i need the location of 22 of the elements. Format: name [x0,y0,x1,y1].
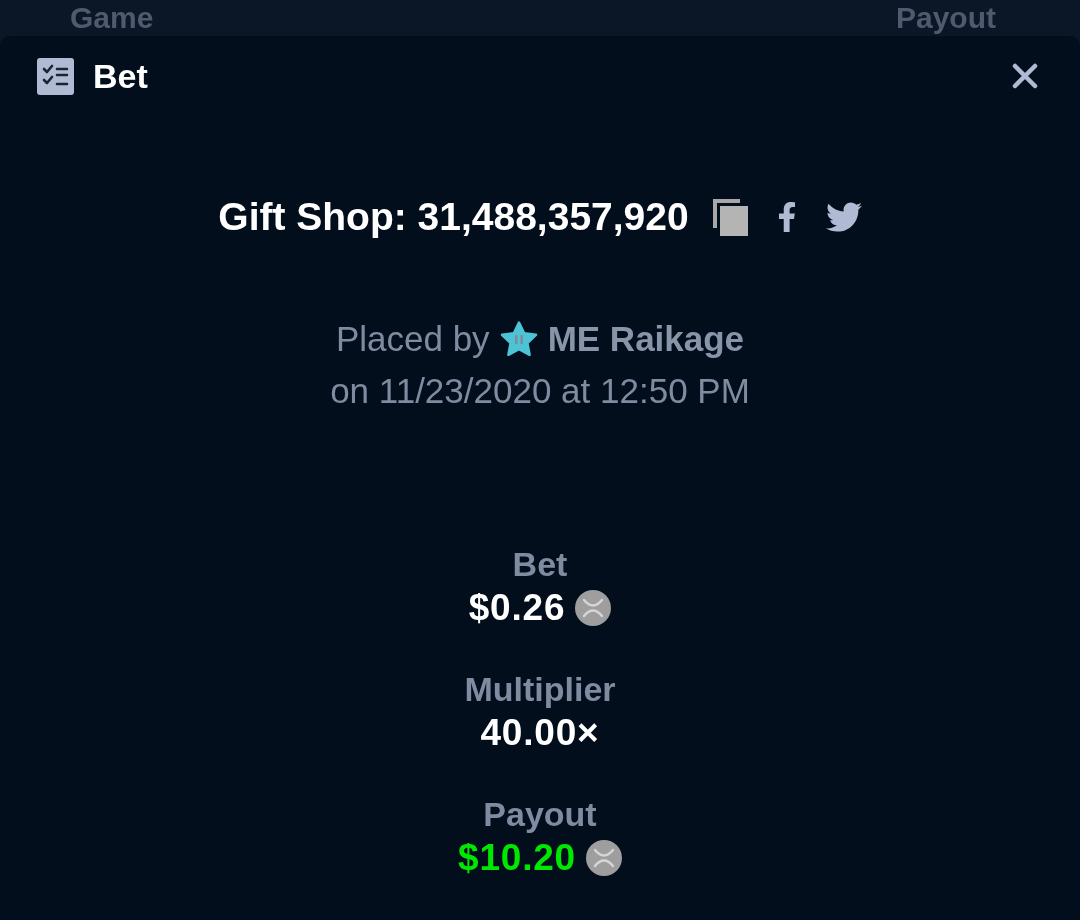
stat-value: $10.20 [458,836,576,880]
copy-button[interactable] [712,198,748,236]
column-header: Payout [895,2,996,34]
timestamp: on 11/23/2020 at 12:50 PM [330,370,750,412]
stat-value: 40.00× [480,711,600,755]
column-header: Game [70,2,154,34]
star-icon [499,321,538,357]
placed-by-label: Placed by [335,318,490,360]
twitter-icon [825,199,862,235]
bet-heading: Gift Shop: 31,488,357,920 [218,194,689,240]
twitter-button[interactable] [825,199,862,235]
copy-icon [712,198,748,236]
stat-label: Bet [512,544,568,585]
user-link[interactable]: ME Raikage [547,313,745,365]
coin-icon [586,840,622,876]
stat-label: Multiplier [464,669,616,710]
stat-value: $0.26 [468,586,566,630]
coin-icon [575,590,612,626]
checklist-icon [37,57,74,95]
modal-title: Bet [93,56,148,97]
close-icon [1012,63,1038,89]
stat-label: Payout [483,794,597,835]
